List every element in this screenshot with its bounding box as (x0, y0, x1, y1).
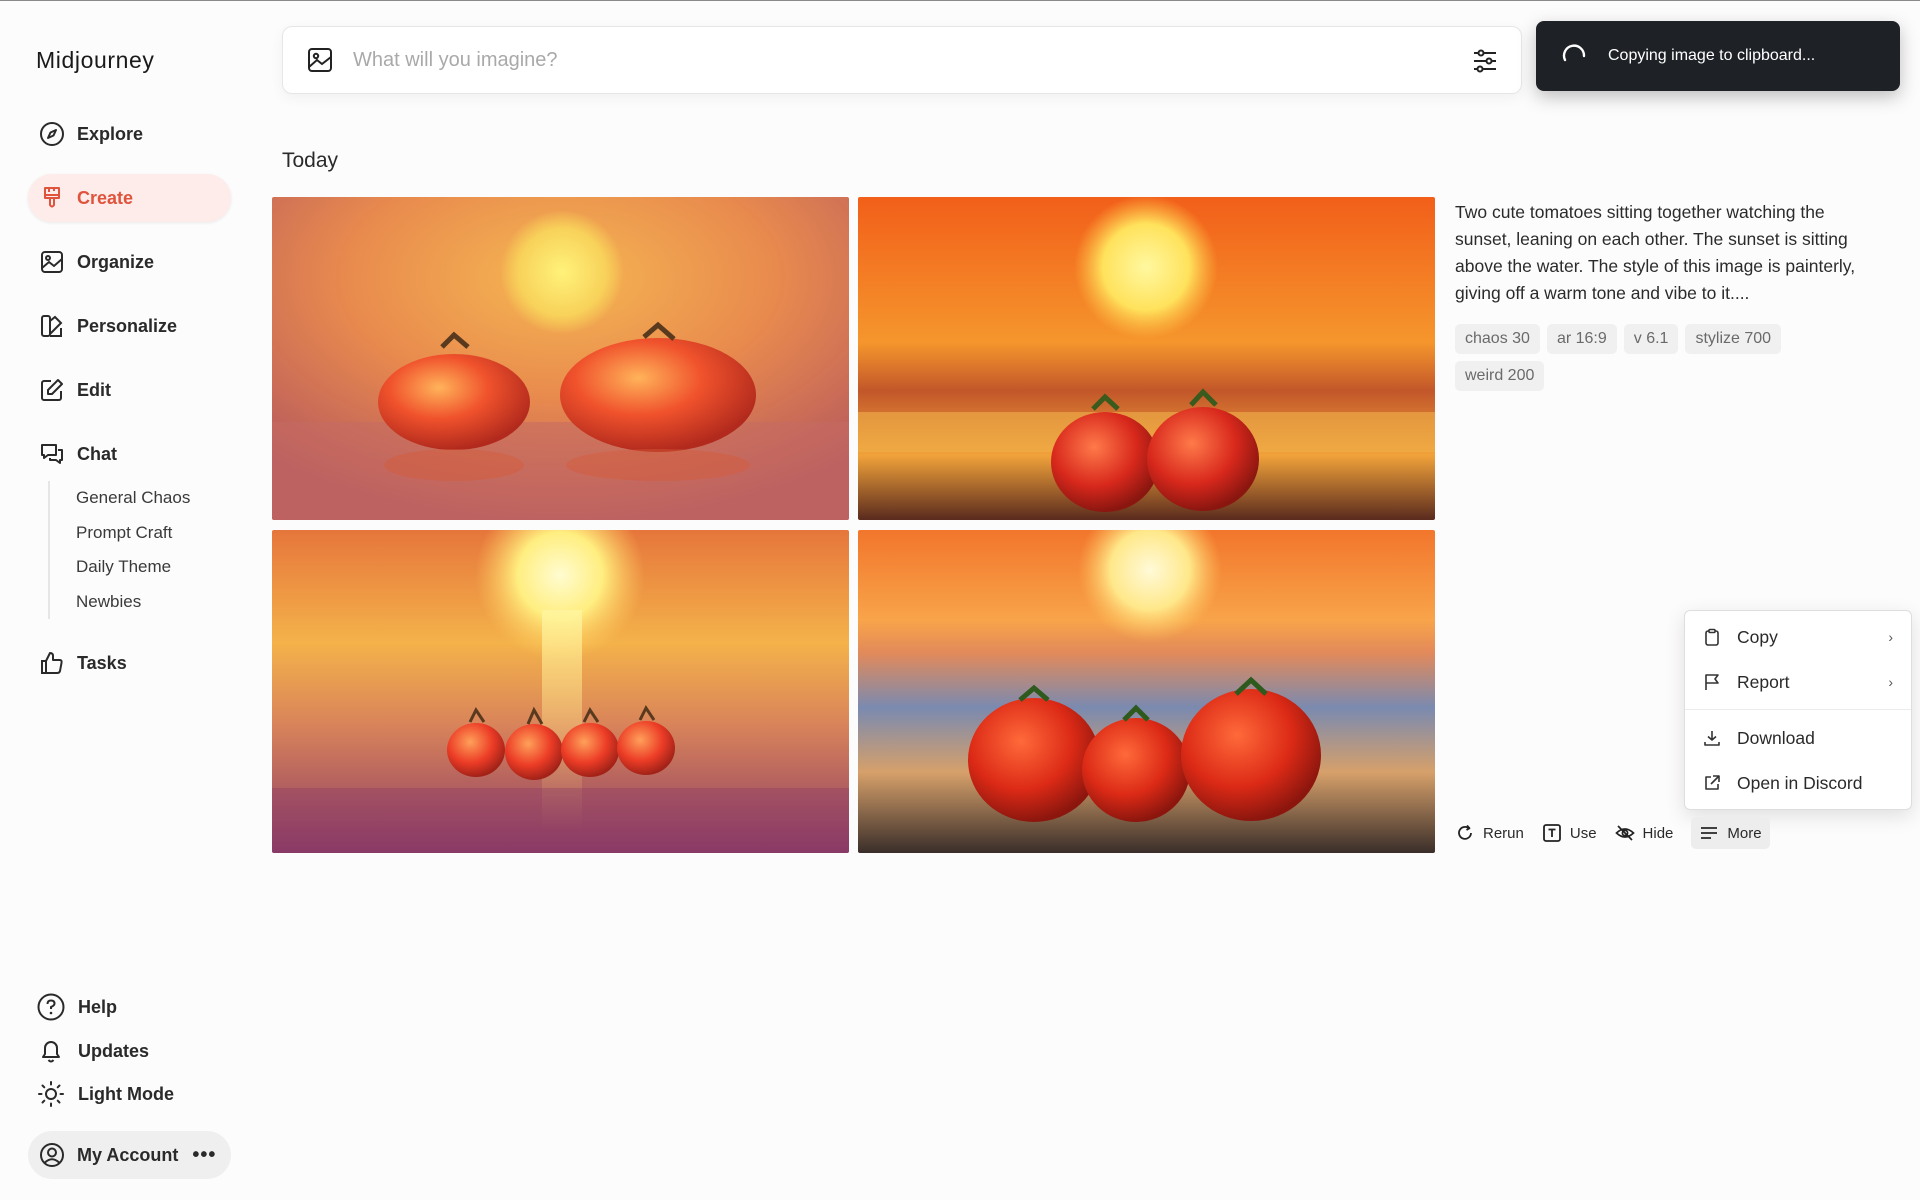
generated-image-3[interactable] (272, 530, 849, 853)
menu-report-label: Report (1737, 671, 1790, 692)
tag-stylize[interactable]: stylize 700 (1685, 324, 1782, 354)
sun-icon (36, 1079, 66, 1109)
chat-channel-general-chaos[interactable]: General Chaos (76, 481, 190, 516)
image-upload-icon[interactable] (307, 47, 333, 73)
menu-download-label: Download (1737, 727, 1815, 748)
use-label: Use (1569, 824, 1597, 842)
nav-organize[interactable]: Organize (28, 238, 231, 286)
my-account-label: My Account (77, 1144, 179, 1165)
my-account-button[interactable]: My Account ••• (28, 1131, 231, 1179)
nav-chat[interactable]: Chat (28, 430, 231, 478)
more-label: More (1727, 824, 1762, 842)
chevron-right-icon: › (1888, 629, 1893, 645)
updates-label: Updates (78, 1040, 150, 1061)
chat-channel-prompt-craft[interactable]: Prompt Craft (76, 516, 190, 551)
spinner-icon (1560, 42, 1588, 70)
tag-version[interactable]: v 6.1 (1623, 324, 1679, 354)
updates-link[interactable]: Updates (36, 1033, 149, 1069)
chat-channel-newbies[interactable]: Newbies (76, 585, 190, 620)
nav-tasks[interactable]: Tasks (28, 639, 231, 687)
hide-button[interactable]: Hide (1614, 817, 1674, 849)
download-icon (1703, 729, 1721, 747)
chat-icon (39, 441, 65, 467)
chevron-right-icon: › (1888, 674, 1893, 690)
light-mode-label: Light Mode (78, 1083, 174, 1104)
menu-download[interactable]: Download (1685, 718, 1911, 758)
use-button[interactable]: Use (1542, 817, 1597, 849)
generated-image-4[interactable] (858, 530, 1435, 853)
prompt-text[interactable]: Two cute tomatoes sitting together watch… (1455, 199, 1875, 307)
menu-divider (1685, 709, 1911, 710)
nav-chat-label: Chat (77, 443, 117, 464)
image-actions: Rerun Use Hide More (1455, 817, 1788, 849)
tag-weird[interactable]: weird 200 (1455, 361, 1545, 391)
more-context-menu: Copy › Report › Download Open in Discord (1684, 610, 1912, 810)
sidebar: Midjourney Explore Create Organize Perso… (0, 1, 250, 1200)
nav-edit-label: Edit (77, 379, 111, 400)
clipboard-toast: Copying image to clipboard... (1536, 21, 1900, 91)
nav-personalize[interactable]: Personalize (28, 302, 231, 350)
rerun-label: Rerun (1483, 824, 1524, 842)
nav-create[interactable]: Create (28, 174, 231, 222)
menu-report[interactable]: Report › (1685, 662, 1911, 702)
help-link[interactable]: Help (36, 989, 117, 1025)
menu-open-discord-label: Open in Discord (1737, 772, 1863, 793)
hide-label: Hide (1642, 824, 1674, 842)
palette-icon (39, 313, 65, 339)
external-link-icon (1703, 774, 1721, 792)
image-icon (39, 249, 65, 275)
nav-edit[interactable]: Edit (28, 366, 231, 414)
refresh-icon (1455, 823, 1475, 843)
clipboard-icon (1703, 628, 1721, 646)
settings-sliders-icon[interactable] (1471, 47, 1499, 75)
eye-off-icon (1614, 823, 1635, 843)
thumbs-up-icon (39, 650, 65, 676)
imagine-input[interactable] (353, 48, 1413, 72)
chat-channel-list: General Chaos Prompt Craft Daily Theme N… (48, 481, 190, 619)
more-horizontal-icon[interactable]: ••• (192, 1144, 216, 1167)
nav-create-label: Create (77, 187, 134, 208)
nav-explore-label: Explore (77, 123, 144, 144)
parameter-tags: chaos 30 ar 16:9 v 6.1 stylize 700 weird… (1455, 324, 1855, 398)
generated-image-2[interactable] (858, 197, 1435, 520)
flag-icon (1703, 673, 1721, 691)
menu-open-discord[interactable]: Open in Discord (1685, 763, 1911, 803)
rerun-button[interactable]: Rerun (1455, 817, 1524, 849)
section-title-today: Today (282, 149, 339, 172)
app-logo[interactable]: Midjourney (36, 47, 155, 74)
brush-icon (39, 185, 65, 211)
toast-text: Copying image to clipboard... (1608, 47, 1816, 64)
compass-icon (39, 121, 65, 147)
nav-personalize-label: Personalize (77, 315, 178, 336)
menu-copy[interactable]: Copy › (1685, 617, 1911, 657)
light-mode-toggle[interactable]: Light Mode (36, 1076, 174, 1112)
user-circle-icon (39, 1142, 65, 1168)
nav-tasks-label: Tasks (77, 652, 127, 673)
imagine-search-bar (282, 26, 1522, 94)
menu-copy-label: Copy (1737, 626, 1778, 647)
help-label: Help (78, 996, 118, 1017)
more-button[interactable]: More (1691, 817, 1770, 849)
bell-icon (36, 1036, 66, 1066)
nav-explore[interactable]: Explore (28, 110, 231, 158)
tag-aspect-ratio[interactable]: ar 16:9 (1546, 324, 1617, 354)
generated-image-1[interactable] (272, 197, 849, 520)
nav-organize-label: Organize (77, 251, 155, 272)
edit-icon (39, 377, 65, 403)
help-circle-icon (36, 992, 66, 1022)
chat-channel-daily-theme[interactable]: Daily Theme (76, 550, 190, 585)
menu-lines-icon (1699, 823, 1719, 843)
text-box-icon (1542, 823, 1562, 843)
tag-chaos[interactable]: chaos 30 (1455, 324, 1540, 354)
